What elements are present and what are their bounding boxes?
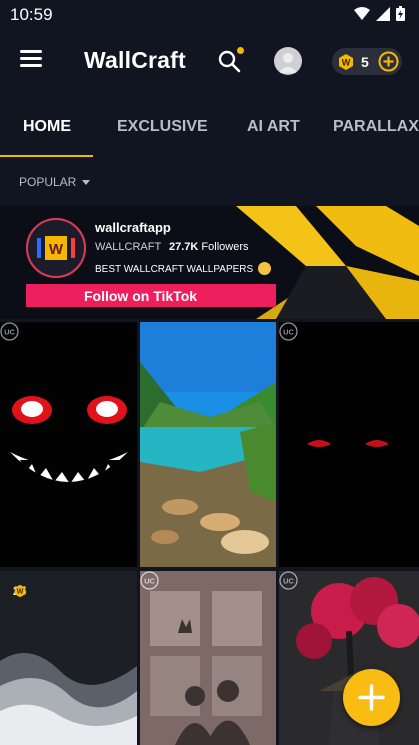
ad-followers: 27.7K Followers <box>169 241 249 253</box>
plus-circle-icon[interactable] <box>378 51 399 72</box>
uc-badge-icon: UC <box>140 571 159 590</box>
active-tab-indicator <box>0 155 93 157</box>
followers-label: Followers <box>201 241 249 253</box>
app-bar: WallCraft W 5 <box>0 28 419 94</box>
status-bar: 10:59 <box>0 0 419 28</box>
svg-text:UC: UC <box>4 328 15 337</box>
search-button[interactable] <box>216 47 244 75</box>
status-time: 10:59 <box>10 5 53 24</box>
app-title: WallCraft <box>84 47 186 73</box>
ad-account-name: wallcraftapp <box>95 220 171 235</box>
uc-badge-icon: UC <box>0 322 19 341</box>
add-fab-button[interactable] <box>343 669 400 726</box>
status-icons <box>354 6 405 21</box>
svg-text:UC: UC <box>144 577 155 586</box>
coin-icon: W <box>339 53 353 70</box>
avatar-icon <box>278 53 298 73</box>
notification-dot <box>237 47 244 54</box>
couple-silhouette-image <box>140 571 276 745</box>
wallcraft-logo-icon: W <box>30 222 82 274</box>
wallpaper-tile-red-eyes-dark[interactable]: UC <box>279 322 419 567</box>
wifi-icon <box>354 6 370 20</box>
signal-icon <box>376 6 390 21</box>
tab-ai-art[interactable]: AI ART <box>247 118 300 136</box>
battery-icon <box>396 6 405 21</box>
menu-icon[interactable] <box>20 50 44 70</box>
grin-emoji-icon <box>258 262 271 275</box>
follow-on-tiktok-button[interactable]: Follow on TikTok <box>26 284 276 307</box>
uc-badge-icon: UC <box>279 322 298 341</box>
avatar[interactable] <box>274 47 302 75</box>
sort-dropdown[interactable]: POPULAR <box>19 175 91 189</box>
chevron-down-icon <box>82 179 91 185</box>
svg-text:W: W <box>342 57 351 67</box>
wallpaper-tile-smiling-demon[interactable]: UC <box>0 322 137 567</box>
coin-icon: W <box>14 584 26 598</box>
tab-parallax[interactable]: PARALLAX <box>333 118 419 136</box>
tab-home[interactable]: HOME <box>23 118 71 136</box>
tab-exclusive[interactable]: EXCLUSIVE <box>117 118 208 136</box>
sort-row: POPULAR <box>0 158 419 206</box>
wallpaper-tile-couple-silhouette[interactable]: UC <box>140 571 276 745</box>
ad-banner[interactable]: W wallcraftapp WALLCRAFT 27.7K Followers… <box>0 206 419 319</box>
wallpaper-tile-mountain-lake[interactable] <box>140 322 276 567</box>
ad-brand: WALLCRAFT <box>95 241 162 253</box>
sort-label: POPULAR <box>19 175 77 189</box>
ad-tagline: BEST WALLCRAFT WALLPAPERS <box>95 264 254 275</box>
red-eyes-image <box>279 322 419 567</box>
svg-text:W: W <box>49 241 64 258</box>
svg-text:UC: UC <box>283 328 294 337</box>
svg-text:W: W <box>17 589 24 596</box>
wallpaper-tile-ocean-waves[interactable]: W 25 <box>0 571 137 745</box>
price-tag: W 25 <box>13 584 26 598</box>
coin-balance[interactable]: W 5 <box>332 48 402 75</box>
followers-count: 27.7K <box>169 241 199 253</box>
coin-count: 5 <box>361 53 369 70</box>
ad-logo: W <box>26 218 86 278</box>
svg-text:UC: UC <box>283 577 294 586</box>
mountain-lake-image <box>140 322 276 567</box>
plus-icon <box>358 684 385 711</box>
category-tabs: HOME EXCLUSIVE AI ART PARALLAX <box>0 94 419 158</box>
smiling-demon-image <box>0 322 137 567</box>
uc-badge-icon: UC <box>279 571 298 590</box>
